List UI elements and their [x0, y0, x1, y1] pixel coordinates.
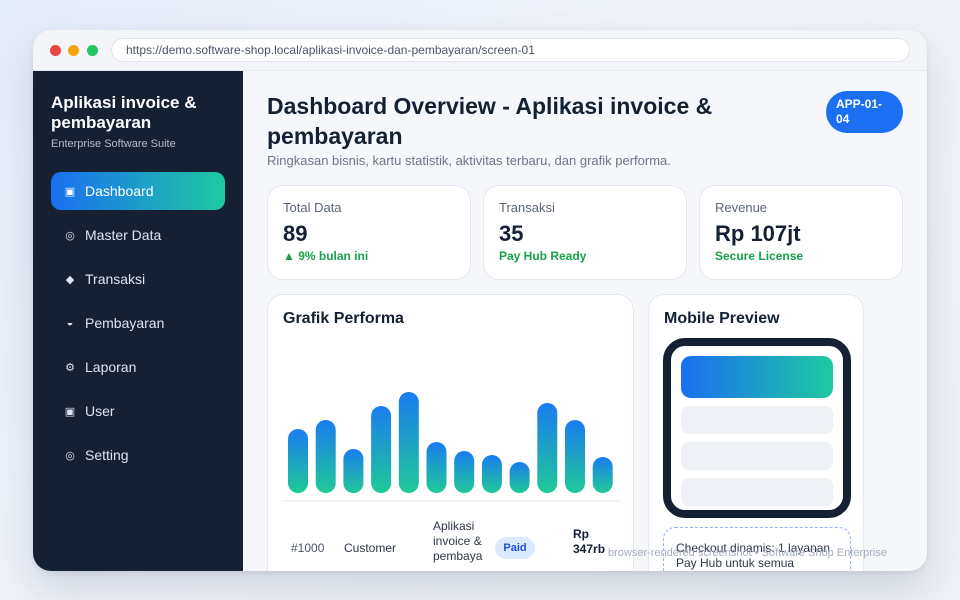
stat-card-revenue: Revenue Rp 107jt Secure License	[699, 185, 903, 280]
main-content: Dashboard Overview - Aplikasi invoice & …	[243, 71, 927, 571]
phone-banner	[681, 356, 833, 398]
performance-chart	[282, 392, 620, 502]
setting-icon: ◎	[65, 449, 75, 462]
chart-bar-10	[537, 403, 558, 493]
stat-note: Pay Hub Ready	[499, 249, 587, 263]
order-id: #1000	[291, 541, 325, 555]
phone-placeholder-row	[681, 406, 833, 434]
browser-titlebar: https://demo.software-shop.local/aplikas…	[33, 30, 927, 71]
app-id-badge: APP-01-04	[826, 91, 903, 133]
chart-bar-1	[288, 429, 308, 493]
watermark: browser-rendered screenshot • Software S…	[608, 547, 887, 559]
chart-bar-2	[315, 420, 336, 493]
performance-chart-card: Grafik Performa #1000 Customer Aplikasi …	[267, 294, 634, 571]
sidebar-item-setting[interactable]: ◎ Setting	[51, 436, 225, 474]
phone-mockup	[663, 338, 851, 518]
sidebar-item-label: Pembayaran	[85, 315, 165, 331]
brand-subtitle: Enterprise Software Suite	[51, 138, 176, 150]
sidebar-item-label: Transaksi	[85, 271, 146, 287]
brand-title: Aplikasi invoice & pembayaran	[51, 93, 197, 132]
sidebar-item-label: Dashboard	[85, 183, 154, 199]
chart-bar-8	[481, 455, 502, 493]
dashboard-icon: ▣	[64, 185, 76, 198]
sidebar-item-label: Setting	[85, 447, 129, 463]
master-data-icon: ◎	[65, 229, 75, 242]
chart-bar-11	[565, 420, 585, 493]
table-row[interactable]: #1000 Customer Aplikasi invoice & pembay…	[283, 517, 623, 571]
stat-value: Rp 107jt	[715, 221, 801, 246]
phone-placeholder-row	[681, 478, 833, 506]
stat-value: 35	[499, 221, 524, 246]
stat-label: Total Data	[283, 200, 342, 215]
close-window-button[interactable]	[50, 45, 61, 56]
report-icon: ⚙	[65, 361, 75, 374]
transaction-icon: ◆	[65, 273, 75, 286]
sidebar-item-user[interactable]: ▣ User	[51, 392, 225, 430]
stat-note: Secure License	[715, 249, 804, 263]
user-icon: ▣	[64, 405, 76, 418]
minimize-window-button[interactable]	[68, 45, 79, 56]
browser-window: https://demo.software-shop.local/aplikas…	[33, 30, 927, 571]
stat-card-transaksi: Transaksi 35 Pay Hub Ready	[483, 185, 687, 280]
sidebar-item-laporan[interactable]: ⚙ Laporan	[51, 348, 225, 386]
maximize-window-button[interactable]	[87, 45, 98, 56]
stat-label: Transaksi	[499, 200, 555, 215]
sidebar-item-label: Master Data	[85, 227, 162, 243]
sidebar-item-label: User	[85, 403, 115, 419]
stat-note: ▲ 9% bulan ini	[283, 249, 369, 263]
status-badge: Paid	[495, 537, 535, 559]
chart-bar-6	[426, 442, 447, 493]
sidebar-nav: ▣ Dashboard ◎ Master Data ◆ Transaksi ◒ Pembaya…	[51, 172, 225, 480]
chart-bar-7	[454, 451, 475, 493]
chart-bar-12	[592, 457, 613, 493]
chart-bar-3	[343, 449, 364, 493]
sidebar-item-pembayaran[interactable]: ◒ Pembayaran	[51, 304, 225, 342]
chart-bar-5	[398, 392, 419, 493]
address-bar[interactable]: https://demo.software-shop.local/aplikas…	[111, 38, 910, 62]
sidebar-item-master-data[interactable]: ◎ Master Data	[51, 216, 225, 254]
payment-icon: ◒	[66, 317, 74, 329]
stat-label: Revenue	[715, 200, 768, 215]
mobile-preview-title: Mobile Preview	[664, 310, 780, 327]
chart-title: Grafik Performa	[283, 310, 404, 327]
sidebar: Aplikasi invoice & pembayaran Enterprise…	[33, 71, 243, 571]
chart-bar-4	[371, 406, 392, 493]
sidebar-item-label: Laporan	[85, 359, 137, 375]
order-customer: Customer	[344, 541, 397, 555]
sidebar-item-dashboard[interactable]: ▣ Dashboard	[51, 172, 225, 210]
sidebar-item-transaksi[interactable]: ◆ Transaksi	[51, 260, 225, 298]
page-title: Dashboard Overview - Aplikasi invoice & …	[267, 93, 713, 149]
phone-placeholder-row	[681, 442, 833, 470]
stat-card-total-data: Total Data 89 ▲ 9% bulan ini	[267, 185, 471, 280]
stat-value: 89	[283, 221, 308, 246]
page-subtitle: Ringkasan bisnis, kartu statistik, aktiv…	[267, 153, 671, 168]
mobile-preview-card: Mobile Preview Checkout dinamis: 1 layan…	[648, 294, 864, 571]
chart-bar-9	[509, 462, 530, 493]
order-product: Aplikasi invoice & pembayaran	[433, 519, 483, 563]
